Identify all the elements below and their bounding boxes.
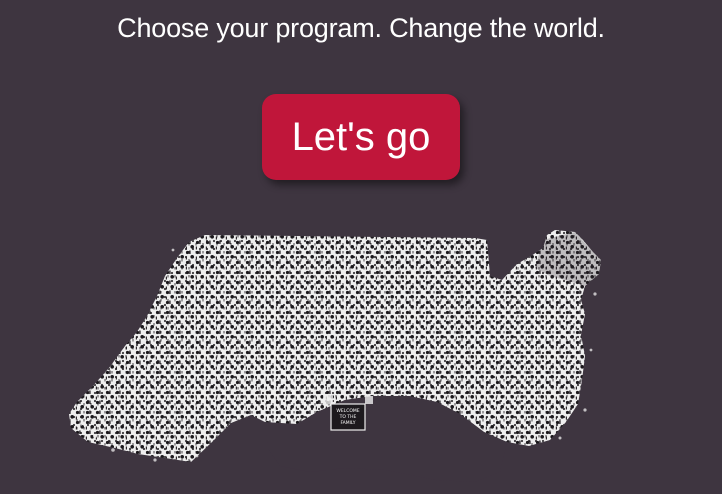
sign-line-2: TO THE [339, 414, 357, 420]
sign-line-3: FAMILY [340, 420, 355, 426]
sign-line-1: WELCOME [336, 408, 359, 414]
crowd-formation-image: WELCOME TO THE FAMILY [69, 230, 601, 482]
page-tagline: Choose your program. Change the world. [117, 13, 605, 43]
lets-go-button[interactable]: Let's go [262, 94, 460, 180]
